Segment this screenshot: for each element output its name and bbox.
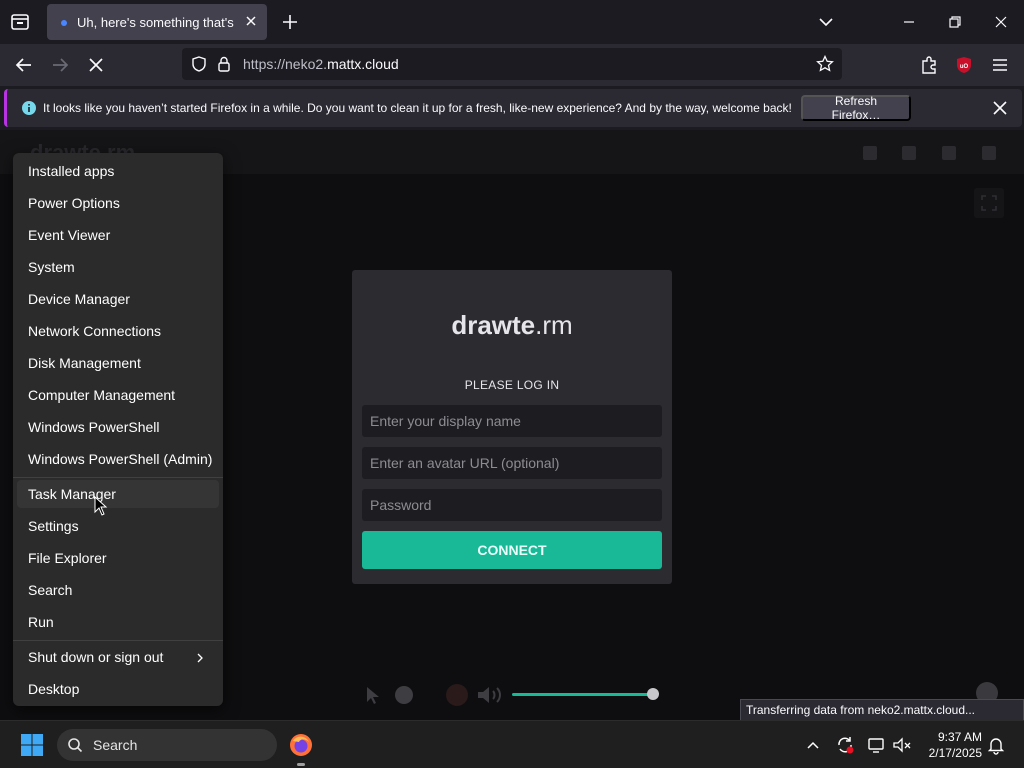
header-menu-icon[interactable] bbox=[982, 146, 996, 160]
restore-icon[interactable] bbox=[943, 10, 967, 34]
close-window-icon[interactable] bbox=[989, 10, 1013, 34]
network-icon[interactable] bbox=[867, 735, 887, 755]
menu-item-system[interactable]: System bbox=[17, 253, 219, 281]
firefox-view-icon[interactable] bbox=[8, 11, 32, 33]
login-logo: drawte.rm bbox=[352, 310, 672, 341]
chevron-right-icon bbox=[195, 651, 205, 663]
volume-slider-track[interactable] bbox=[512, 693, 653, 696]
connect-button[interactable]: CONNECT bbox=[362, 531, 662, 569]
forward-arrow-icon[interactable] bbox=[49, 54, 71, 76]
browser-tab[interactable]: Uh, here's something that's never happen… bbox=[47, 4, 267, 40]
search-icon bbox=[67, 737, 83, 753]
volume-speaker-icon[interactable] bbox=[476, 684, 508, 711]
notification-bell-icon[interactable] bbox=[986, 735, 1006, 755]
header-server-icon[interactable] bbox=[863, 146, 877, 160]
chevron-up-icon[interactable] bbox=[803, 735, 823, 755]
menu-separator bbox=[13, 477, 223, 478]
tab-strip: Uh, here's something that's never happen… bbox=[0, 0, 1024, 44]
cursor-control-icon[interactable] bbox=[364, 685, 382, 710]
windows-start-icon[interactable] bbox=[20, 733, 44, 757]
display-name-input[interactable] bbox=[362, 405, 662, 437]
logo-bold-text: drawte bbox=[451, 310, 536, 340]
login-panel: drawte.rm PLEASE LOG IN CONNECT bbox=[352, 270, 672, 584]
menu-item-event-viewer[interactable]: Event Viewer bbox=[17, 221, 219, 249]
menu-item-windows-powershell-admin[interactable]: Windows PowerShell (Admin) bbox=[17, 445, 219, 473]
menu-item-power-options[interactable]: Power Options bbox=[17, 189, 219, 217]
taskbar: Search 9:37 AM 2/17/2025 bbox=[0, 720, 1024, 768]
header-lock-icon[interactable] bbox=[902, 146, 916, 160]
chevron-down-icon[interactable] bbox=[816, 12, 836, 32]
menu-item-search[interactable]: Search bbox=[17, 576, 219, 604]
svg-text:uO: uO bbox=[960, 64, 969, 70]
avatar-url-input[interactable] bbox=[362, 447, 662, 479]
ublock-origin-icon[interactable]: uO bbox=[953, 54, 975, 76]
minimize-icon[interactable] bbox=[897, 10, 921, 34]
refresh-firefox-button[interactable]: Refresh Firefox… bbox=[801, 94, 911, 122]
hamburger-menu-icon[interactable] bbox=[989, 54, 1011, 76]
menu-item-settings[interactable]: Settings bbox=[17, 512, 219, 540]
clock-date: 2/17/2025 bbox=[928, 746, 982, 760]
padlock-icon[interactable] bbox=[216, 55, 232, 78]
menu-item-installed-apps[interactable]: Installed apps bbox=[17, 157, 219, 185]
media-controls bbox=[360, 682, 670, 708]
extensions-puzzle-icon[interactable] bbox=[918, 54, 940, 76]
login-heading: PLEASE LOG IN bbox=[464, 378, 560, 392]
tab-title: Uh, here's something that's never happen… bbox=[77, 15, 237, 30]
start-context-menu: Installed apps Power Options Event Viewe… bbox=[13, 153, 223, 706]
refresh-firefox-notification: It looks like you haven’t started Firefo… bbox=[4, 89, 1022, 127]
mouse-pointer-icon bbox=[94, 495, 108, 516]
tracking-protection-shield-icon[interactable] bbox=[190, 55, 208, 78]
notification-message: It looks like you haven’t started Firefo… bbox=[43, 101, 792, 115]
sync-icon[interactable] bbox=[835, 735, 855, 755]
clock[interactable]: 9:37 AM 2/17/2025 bbox=[920, 729, 982, 761]
menu-item-task-manager[interactable]: Task Manager bbox=[17, 480, 219, 508]
record-icon[interactable] bbox=[446, 684, 468, 706]
info-icon bbox=[21, 100, 37, 116]
navigation-toolbar: https://neko2.mattx.cloud uO bbox=[0, 44, 1024, 86]
close-notification-icon[interactable] bbox=[990, 98, 1010, 118]
menu-item-disk-management[interactable]: Disk Management bbox=[17, 349, 219, 377]
clock-time: 9:37 AM bbox=[937, 730, 982, 744]
close-tab-icon[interactable] bbox=[243, 13, 259, 29]
request-control-icon[interactable] bbox=[395, 686, 413, 704]
menu-item-device-manager[interactable]: Device Manager bbox=[17, 285, 219, 313]
new-tab-plus-icon[interactable] bbox=[280, 12, 300, 32]
logo-suffix-text: .rm bbox=[535, 310, 573, 340]
taskbar-search-box[interactable]: Search bbox=[57, 729, 277, 761]
url-prefix: https://neko2. bbox=[243, 56, 328, 72]
menu-item-file-explorer[interactable]: File Explorer bbox=[17, 544, 219, 572]
speaker-muted-icon[interactable] bbox=[892, 735, 912, 755]
password-input[interactable] bbox=[362, 489, 662, 521]
url-text: https://neko2.mattx.cloud bbox=[243, 56, 399, 72]
taskbar-search-label: Search bbox=[93, 737, 138, 753]
volume-slider-thumb[interactable] bbox=[647, 688, 659, 700]
status-tooltip: Transferring data from neko2.mattx.cloud… bbox=[740, 699, 1024, 721]
menu-item-network-connections[interactable]: Network Connections bbox=[17, 317, 219, 345]
menu-item-shut-down[interactable]: Shut down or sign out bbox=[17, 643, 219, 671]
menu-item-desktop[interactable]: Desktop bbox=[17, 675, 219, 703]
url-domain: mattx.cloud bbox=[327, 56, 399, 72]
fullscreen-icon[interactable] bbox=[974, 188, 1004, 218]
menu-item-run[interactable]: Run bbox=[17, 608, 219, 636]
url-bar[interactable]: https://neko2.mattx.cloud bbox=[182, 48, 842, 80]
menu-item-windows-powershell[interactable]: Windows PowerShell bbox=[17, 413, 219, 441]
menu-separator bbox=[13, 640, 223, 641]
menu-item-shut-down-label: Shut down or sign out bbox=[28, 649, 164, 665]
running-app-indicator bbox=[297, 763, 305, 766]
tab-favicon-icon bbox=[61, 20, 67, 26]
back-arrow-icon[interactable] bbox=[13, 54, 35, 76]
menu-item-computer-management[interactable]: Computer Management bbox=[17, 381, 219, 409]
stop-loading-icon[interactable] bbox=[85, 54, 107, 76]
header-file-icon[interactable] bbox=[942, 146, 956, 160]
firefox-taskbar-icon[interactable] bbox=[289, 733, 313, 757]
bookmark-star-icon[interactable] bbox=[816, 54, 834, 78]
